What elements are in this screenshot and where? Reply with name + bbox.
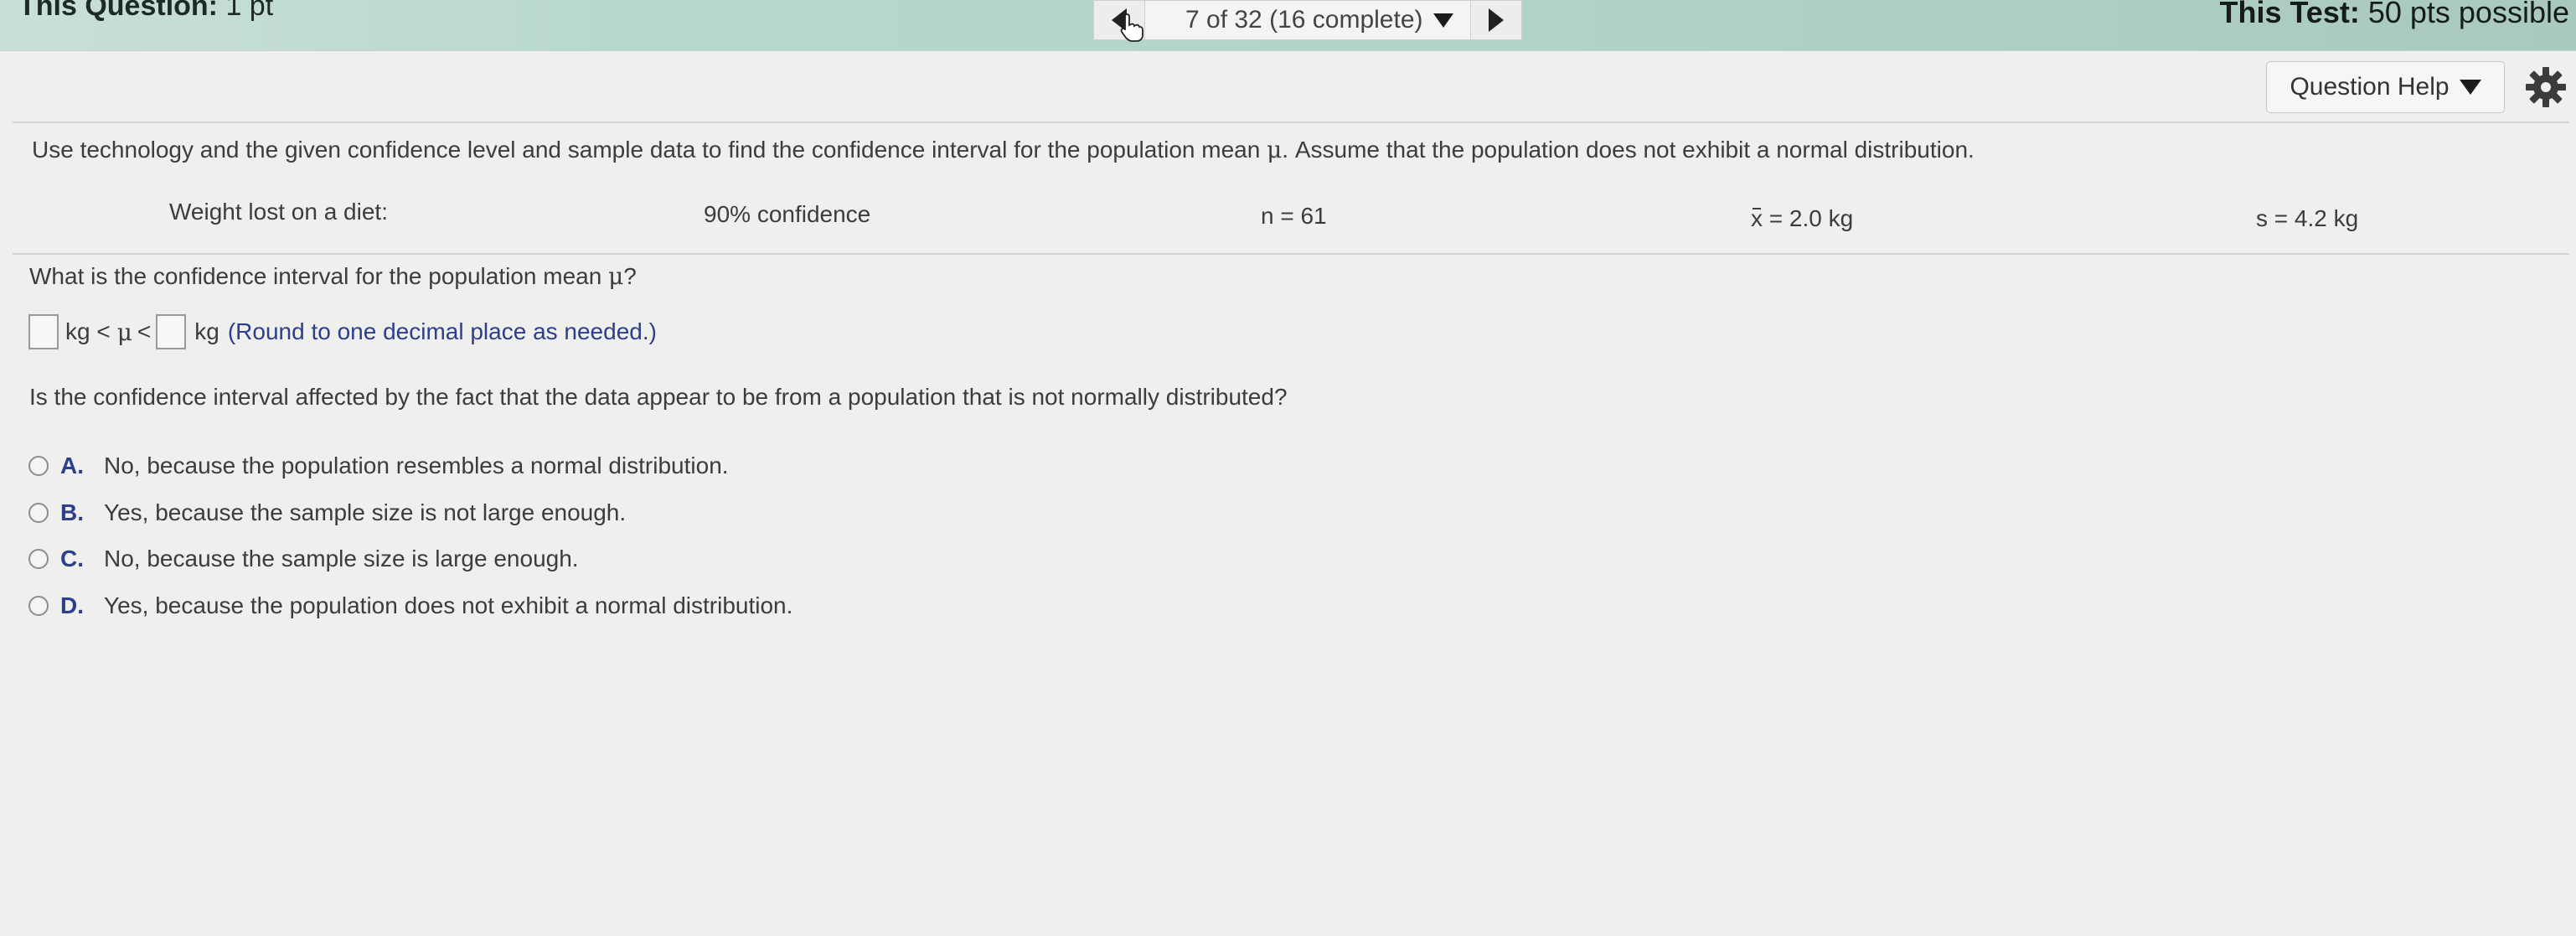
option-letter: C.	[60, 546, 84, 571]
confidence-level: 90% confidence	[704, 201, 871, 227]
rounding-instruction: (Round to one decimal place as needed.)	[227, 318, 657, 344]
hand-cursor-icon	[1120, 13, 1143, 42]
gear-icon[interactable]	[2524, 65, 2568, 109]
mu-symbol: μ	[608, 262, 624, 290]
question-progress-label: 7 of 32 (16 complete)	[1185, 6, 1423, 34]
sample-mean-value: = 2.0 kg	[1763, 205, 1854, 231]
question-part2: Is the confidence interval affected by t…	[29, 384, 1288, 410]
less-than-symbol: <	[137, 318, 152, 344]
question-navigator: 7 of 32 (16 complete)	[1093, 0, 1522, 42]
radio-button[interactable]	[28, 503, 49, 523]
test-points: This Test: 50 pts possible	[2219, 0, 2569, 30]
option-d[interactable]: D. Yes, because the population does not …	[28, 592, 792, 619]
sample-mean: x = 2.0 kg	[1751, 205, 1853, 232]
option-text: No, because the population resembles a n…	[104, 452, 729, 478]
option-b[interactable]: B. Yes, because the sample size is not l…	[28, 499, 626, 526]
test-points-label: This Test:	[2219, 0, 2360, 29]
radio-button[interactable]	[28, 549, 49, 569]
option-letter: D.	[60, 592, 84, 618]
xbar-symbol: x	[1751, 205, 1763, 231]
upper-bound-input[interactable]	[156, 314, 187, 349]
option-letter: B.	[60, 499, 84, 525]
question-help-button[interactable]: Question Help	[2266, 61, 2505, 113]
divider	[13, 122, 2569, 123]
question-points-label: This Question:	[18, 0, 218, 22]
sample-std-dev: s = 4.2 kg	[2256, 205, 2359, 231]
triangle-right-icon	[1488, 8, 1504, 32]
option-text: Yes, because the sample size is not larg…	[104, 499, 627, 525]
mu-symbol: μ	[1267, 136, 1283, 163]
top-bar: This Question: 1 pt 7 of 32 (16 complete…	[0, 0, 2576, 51]
chevron-down-icon	[1433, 13, 1453, 28]
option-a[interactable]: A. No, because the population resembles …	[28, 452, 729, 479]
option-text: No, because the sample size is large eno…	[104, 546, 579, 571]
chevron-down-icon	[2459, 80, 2481, 95]
option-c[interactable]: C. No, because the sample size is large …	[28, 546, 579, 572]
divider	[13, 253, 2569, 255]
question-part1: What is the confidence interval for the …	[29, 262, 637, 290]
next-question-button[interactable]	[1469, 0, 1522, 40]
previous-question-button[interactable]	[1093, 0, 1145, 42]
mu-symbol: μ	[116, 318, 132, 346]
question-progress-dropdown[interactable]: 7 of 32 (16 complete)	[1145, 0, 1470, 40]
question-prompt: Use technology and the given confidence …	[32, 136, 1975, 163]
lower-unit-label: kg <	[65, 318, 111, 344]
sample-size: n = 61	[1261, 203, 1327, 229]
question-help-label: Question Help	[2289, 73, 2450, 101]
test-points-value: 50 pts possible	[2367, 0, 2569, 29]
question-points: This Question: 1 pt	[18, 0, 273, 23]
answer-row: kg < μ < kg (Round to one decimal place …	[28, 314, 657, 349]
data-label: Weight lost on a diet:	[169, 199, 388, 225]
option-text: Yes, because the population does not exh…	[104, 592, 793, 618]
radio-button[interactable]	[28, 596, 49, 616]
upper-unit-label: kg	[194, 318, 219, 344]
option-letter: A.	[60, 452, 84, 478]
lower-bound-input[interactable]	[28, 314, 59, 349]
radio-button[interactable]	[28, 456, 49, 476]
question-points-value: 1 pt	[225, 0, 274, 22]
